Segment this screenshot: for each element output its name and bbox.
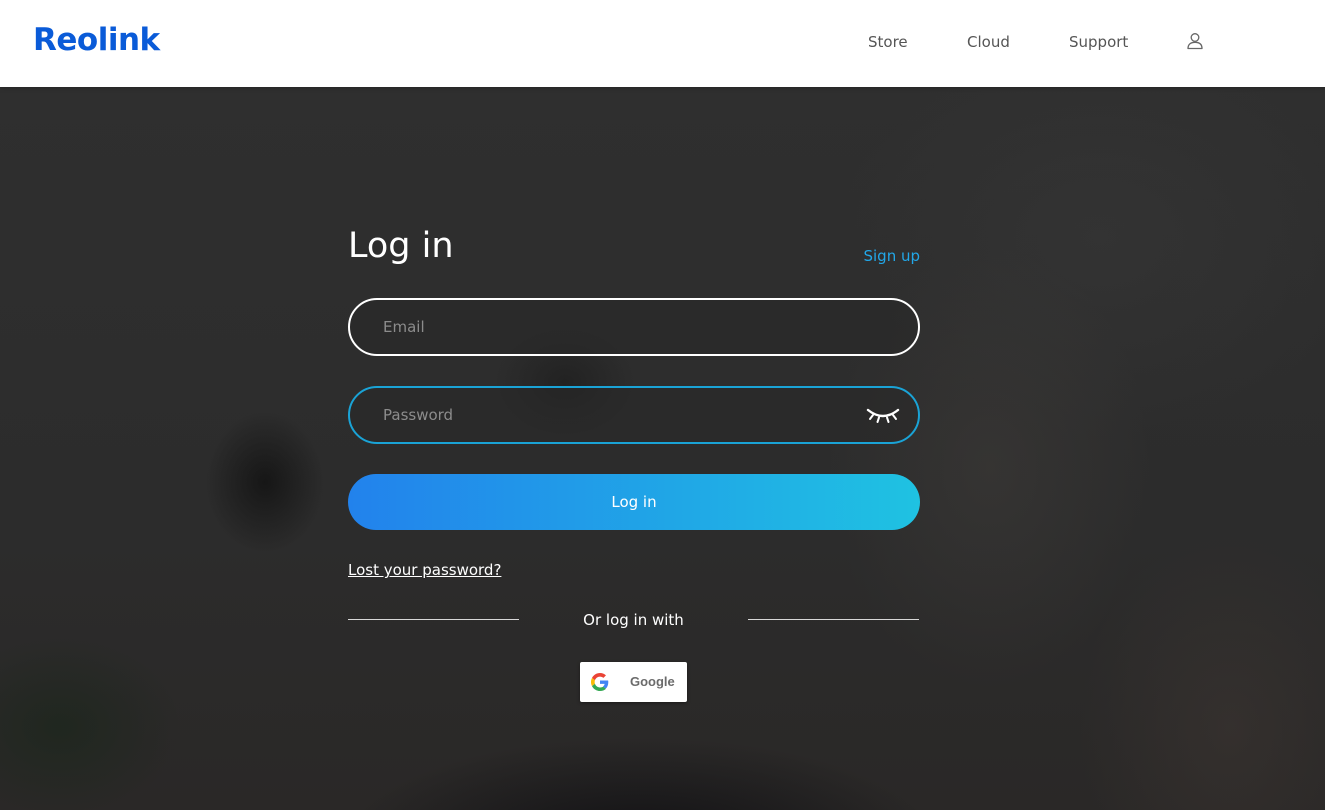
nav-cloud[interactable]: Cloud bbox=[967, 33, 1010, 51]
password-input[interactable] bbox=[350, 388, 918, 442]
site-header: Reolink Store Cloud Support bbox=[0, 0, 1325, 87]
reolink-logo[interactable]: Reolink bbox=[33, 22, 160, 58]
email-input[interactable] bbox=[350, 300, 918, 354]
login-button[interactable]: Log in bbox=[348, 474, 920, 530]
google-icon bbox=[591, 673, 609, 691]
divider-right bbox=[748, 619, 919, 620]
sign-up-link[interactable]: Sign up bbox=[863, 247, 920, 265]
nav-store[interactable]: Store bbox=[868, 33, 908, 51]
or-login-with-label: Or log in with bbox=[583, 611, 684, 629]
login-form: Log in Sign up Log in Lost your password… bbox=[348, 220, 920, 710]
google-login-button[interactable]: Google bbox=[580, 662, 687, 702]
password-field-container bbox=[348, 386, 920, 444]
email-field-container bbox=[348, 298, 920, 356]
google-button-label: Google bbox=[630, 674, 675, 689]
user-icon[interactable] bbox=[1186, 32, 1204, 50]
nav-support[interactable]: Support bbox=[1069, 33, 1128, 51]
eye-closed-icon[interactable] bbox=[866, 404, 900, 426]
divider-left bbox=[348, 619, 519, 620]
page-title: Log in bbox=[348, 226, 454, 266]
lost-password-link[interactable]: Lost your password? bbox=[348, 561, 501, 579]
